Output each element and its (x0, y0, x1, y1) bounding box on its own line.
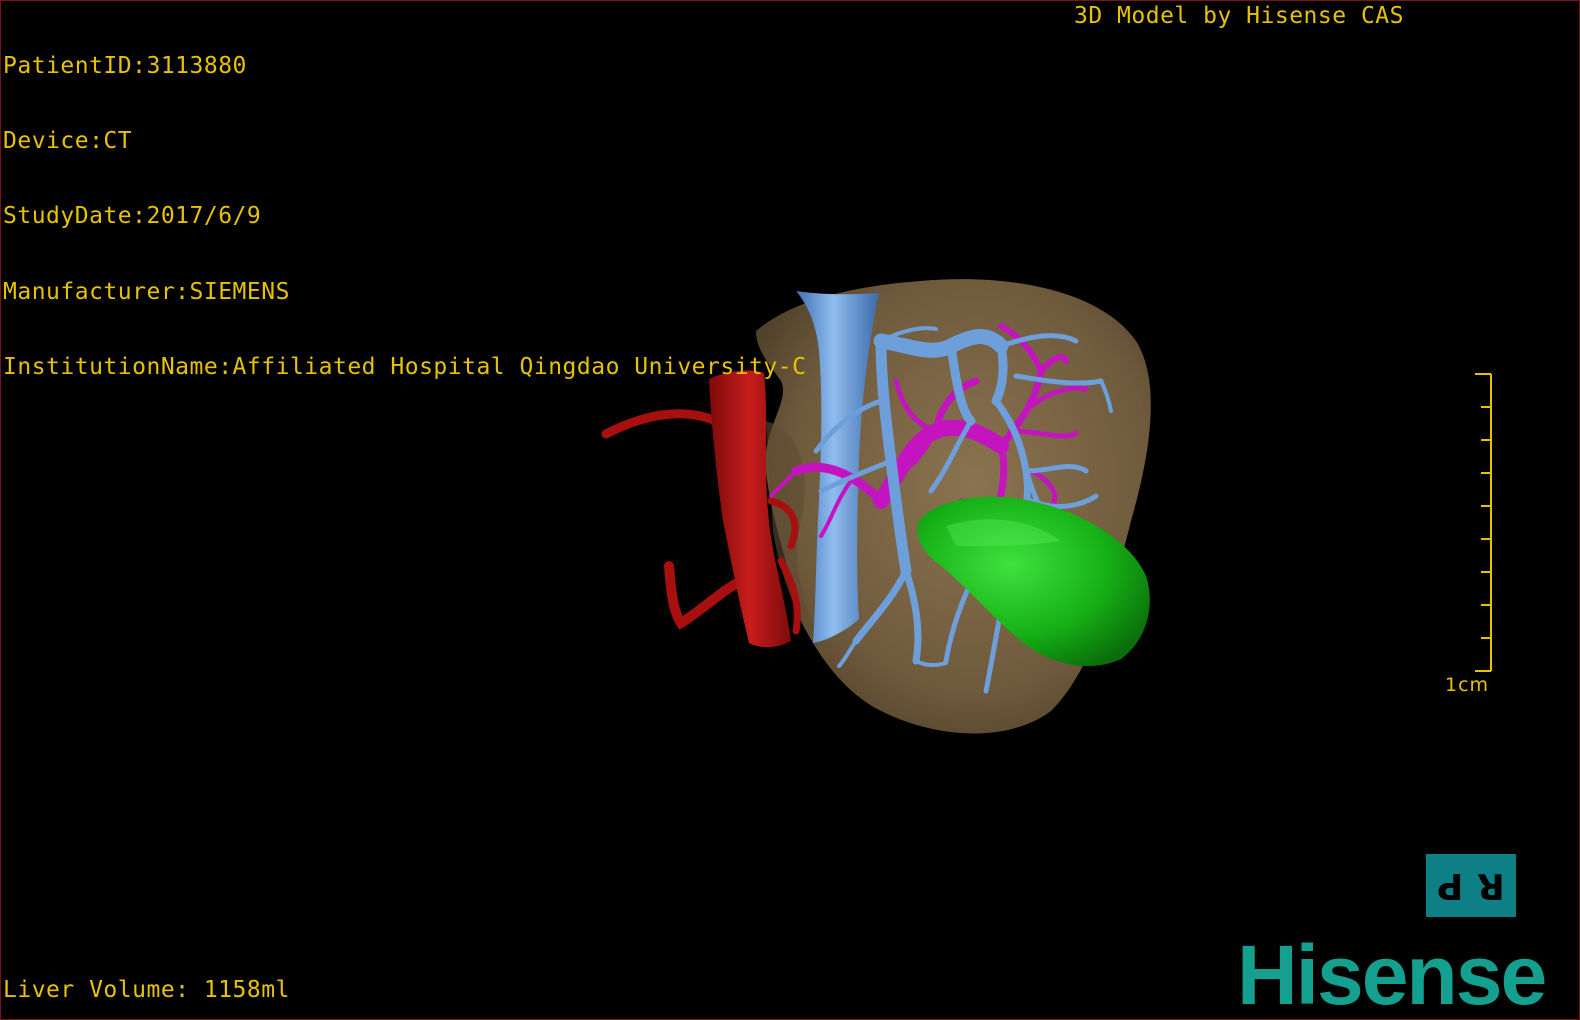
study-date-text: StudyDate:2017/6/9 (3, 203, 262, 230)
device-text: Device:CT (3, 128, 133, 155)
orientation-right-letter: R (1477, 865, 1506, 906)
scale-label: 1cm (1445, 674, 1490, 696)
liver-volume-text: Liver Volume: 1158ml (3, 977, 290, 1003)
dicom-info-overlay: PatientID:3113880 Device:CT StudyDate:20… (3, 4, 806, 430)
aorta-branch-lower (664, 561, 746, 630)
model-credit-text: 3D Model by Hisense CAS (1074, 3, 1404, 29)
scale-bar (1475, 373, 1492, 672)
patient-id-text: PatientID:3113880 (3, 53, 247, 79)
manufacturer-text: Manufacturer:SIEMENS (3, 278, 290, 305)
institution-text: InstitutionName:Affiliated Hospital Qing… (3, 353, 807, 380)
orientation-left-letter: P (1436, 865, 1464, 906)
3d-viewport[interactable]: PatientID:3113880 Device:CT StudyDate:20… (0, 0, 1580, 1020)
orientation-indicator[interactable]: P R (1426, 854, 1516, 917)
hisense-logo: Hisense (1237, 928, 1547, 1020)
